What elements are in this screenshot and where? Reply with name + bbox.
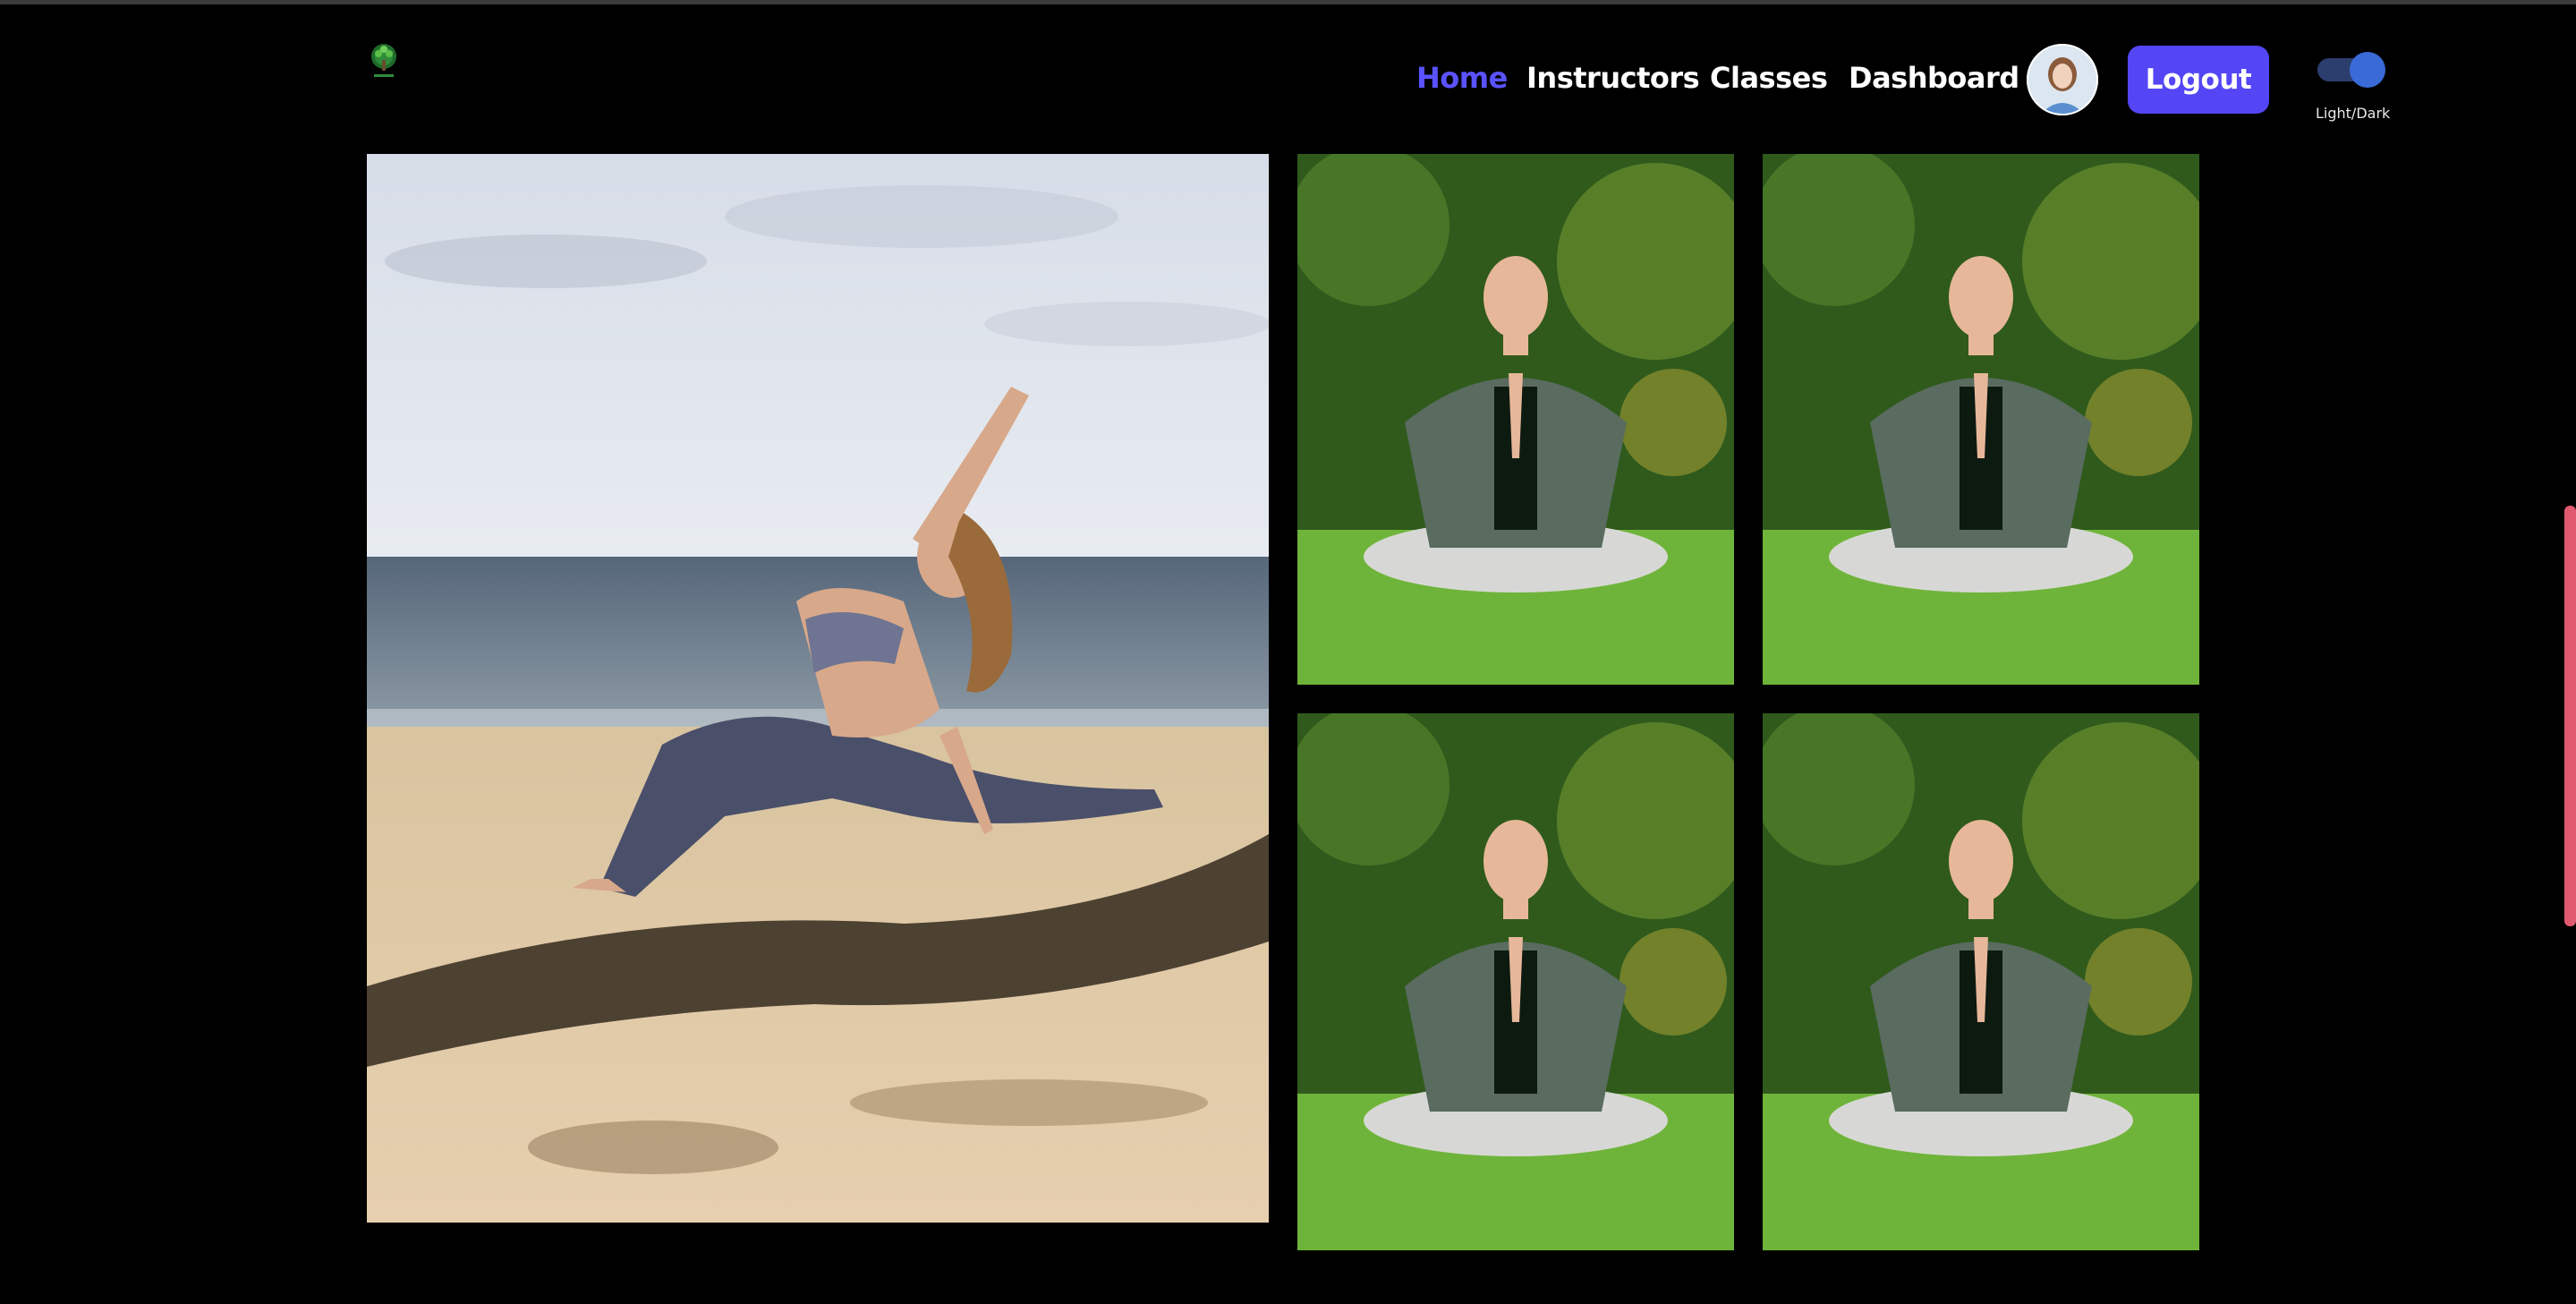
nav-instructors-link[interactable]: Instructors xyxy=(1526,61,1700,95)
page-scrollbar[interactable] xyxy=(2564,506,2576,926)
logout-button[interactable]: Logout xyxy=(2128,46,2269,114)
page: Home Instructors Classes Dashboard Logou… xyxy=(0,0,2576,1304)
window-top-border xyxy=(0,0,2576,4)
woman-beach-yoga-photo xyxy=(367,154,1269,1223)
man-meditating-photo xyxy=(1763,713,2199,1250)
man-meditating-photo xyxy=(1763,154,2199,685)
nav-dashboard-link[interactable]: Dashboard xyxy=(1849,61,2019,95)
nav-classes-link[interactable]: Classes xyxy=(1710,61,1828,95)
user-avatar[interactable] xyxy=(2027,44,2098,115)
man-meditating-photo xyxy=(1297,713,1734,1250)
tree-logo-icon[interactable] xyxy=(365,40,403,80)
toggle-knob xyxy=(2350,52,2385,88)
man-meditating-photo xyxy=(1297,154,1734,685)
theme-toggle-label: Light/Dark xyxy=(2316,105,2391,122)
theme-toggle-switch[interactable] xyxy=(2317,52,2385,88)
nav-home-link[interactable]: Home xyxy=(1416,61,1508,95)
